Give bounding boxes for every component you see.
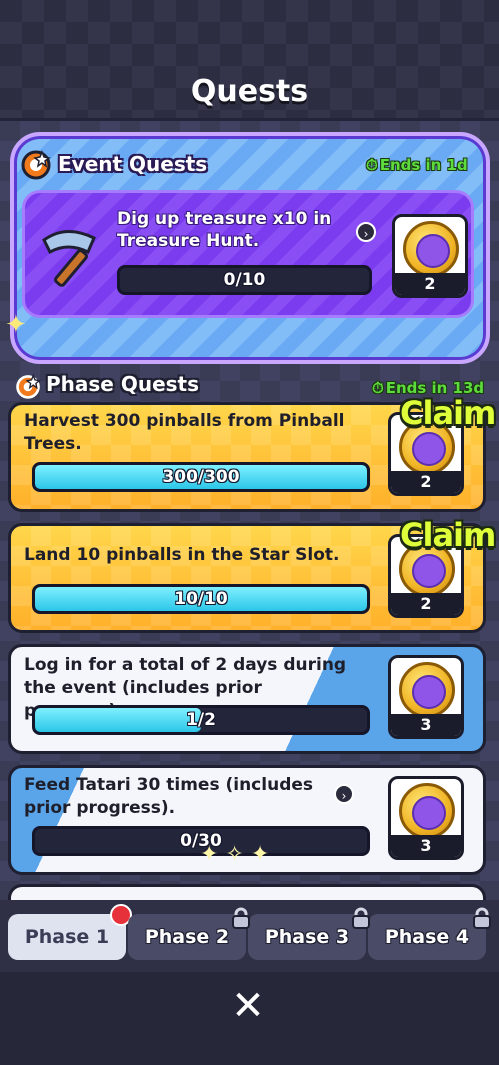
claim-button[interactable]: Claim (400, 516, 496, 554)
lock-icon (352, 907, 370, 929)
claim-button[interactable]: Claim (400, 394, 496, 432)
quest-badge-icon (16, 373, 41, 399)
chevron-right-icon[interactable]: › (334, 784, 354, 804)
quest-reward-count: 3 (391, 835, 461, 857)
quest-description: Harvest 300 pinballs from Pinball Trees. (24, 411, 345, 454)
page-title: Quests (190, 74, 309, 109)
quest-progress-text: 10/10 (174, 589, 228, 609)
tab-phase-1[interactable]: Phase 1 (8, 914, 126, 960)
quest-reward-count: 2 (391, 593, 461, 615)
quest-reward-box[interactable]: 3 (388, 655, 464, 739)
quest-progress-text: 300/300 (162, 467, 240, 487)
chevron-right-icon[interactable]: › (356, 222, 376, 242)
quest-reward-count: 3 (391, 714, 461, 736)
event-quests-title: Event Quests (58, 152, 208, 176)
quest-card-peek (8, 884, 486, 900)
quest-description: Feed Tatari 30 times (includes prior pro… (24, 775, 314, 818)
quest-progress-bar: 1/2 (32, 705, 370, 735)
event-progress-text: 0/10 (223, 270, 266, 290)
close-icon[interactable]: ✕ (226, 984, 270, 1028)
quest-badge-icon (21, 149, 51, 180)
event-ends-text: Ends in 1d (379, 156, 468, 174)
event-reward-count: 2 (395, 273, 465, 295)
event-progress-bar: 0/10 (117, 265, 372, 295)
stopwatch-icon: ⏱ (372, 379, 384, 397)
lock-icon (473, 907, 491, 929)
coin-icon (403, 221, 459, 277)
quest-progress-bar: 10/10 (32, 584, 370, 614)
coin-icon (399, 662, 455, 718)
lock-icon (232, 907, 250, 929)
event-reward-box[interactable]: 2 (392, 214, 468, 298)
tab-phase-4[interactable]: Phase 4 (368, 914, 486, 960)
hammer-icon (42, 230, 96, 287)
quest-progress-bar: 300/300 (32, 462, 370, 492)
event-quest-description: Dig up treasure x10 in Treasure Hunt. (117, 209, 332, 251)
quest-progress-text: 1/2 (186, 710, 216, 730)
sparkle-icon: ✦ (5, 310, 27, 340)
phase-quests-title: Phase Quests (46, 372, 199, 396)
sparkle-icon: ✦ ✧ ✦ (200, 842, 270, 867)
stopwatch-icon: ⏱ (366, 156, 378, 174)
event-ends-timer: ⏱ Ends in 1d (366, 156, 468, 174)
coin-icon (399, 783, 455, 839)
quest-reward-box[interactable]: 3 (388, 776, 464, 860)
quest-reward-count: 2 (391, 471, 461, 493)
quest-description: Land 10 pinballs in the Star Slot. (24, 545, 340, 565)
